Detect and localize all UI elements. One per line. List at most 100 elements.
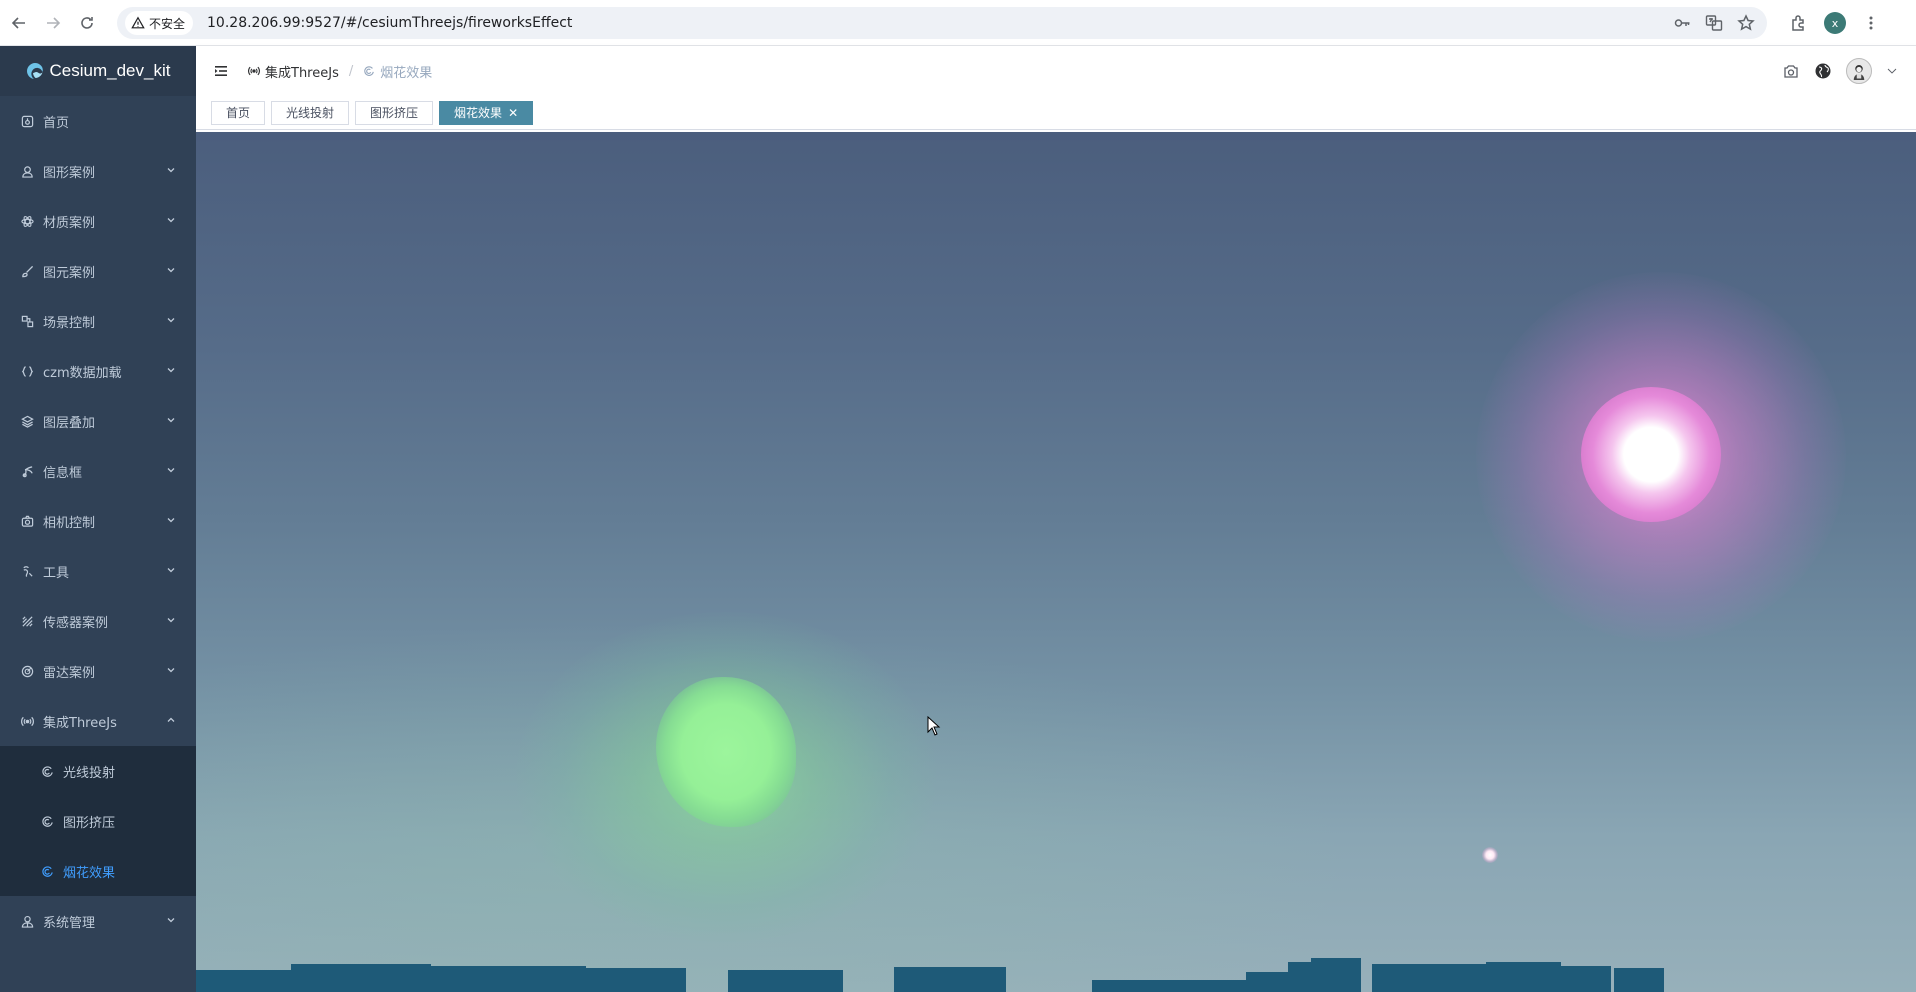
breadcrumb-parent-label: 集成ThreeJs [265,65,339,81]
building [1556,966,1611,992]
chevron-down-icon[interactable] [1886,65,1898,77]
building [1311,958,1361,992]
sidebar-item-primitive[interactable]: 图元案例 [0,246,196,296]
globe-icon[interactable] [1814,62,1832,80]
chevron-down-icon [167,568,175,573]
swirl-icon [40,814,54,828]
breadcrumb: 集成ThreeJs / 烟花效果 [248,62,432,81]
building [728,970,843,992]
url-text[interactable]: 10.28.206.99:9527/#/cesiumThreejs/firewo… [207,15,572,31]
user-avatar[interactable] [1846,58,1872,84]
swirl-icon [40,864,54,878]
sidebar-subitem-fireworks[interactable]: 烟花效果 [0,846,196,896]
chevron-down-icon [167,218,175,223]
dashboard-icon [20,114,34,128]
sensor-icon [20,614,34,628]
chevron-up-icon [167,717,175,722]
sidebar-item-threejs[interactable]: 集成ThreeJs [0,696,196,746]
sidebar-item-infobox[interactable]: 信息框 [0,446,196,496]
sidebar-item-system[interactable]: 系统管理 [0,896,196,946]
screenshot-icon[interactable] [1782,62,1800,80]
firework-pink-burst [1581,387,1721,522]
city-buildings [196,932,1916,992]
sidebar-logo[interactable]: Cesium_dev_kit [0,46,196,96]
sidebar-item-label: 系统管理 [43,915,96,931]
cesium-viewport[interactable] [196,132,1916,992]
tag-raycast[interactable]: 光线投射 [271,100,350,125]
tag-label: 图形挤压 [370,106,419,120]
sidebar-item-layers[interactable]: 图层叠加 [0,396,196,446]
translate-icon[interactable] [1705,14,1723,32]
forward-arrow-icon[interactable] [40,10,66,36]
sidebar-item-camera[interactable]: 相机控制 [0,496,196,546]
tags-view: 首页 光线投射 图形挤压 烟花效果 ✕ [196,96,1916,130]
building [1372,964,1492,992]
chevron-down-icon [167,368,175,373]
sidebar-item-label: 首页 [43,115,70,131]
close-icon[interactable]: ✕ [508,107,518,119]
sidebar-item-label: 图形挤压 [63,815,116,831]
extensions-icon[interactable] [1790,14,1808,32]
more-vert-icon[interactable] [1862,14,1880,32]
sidebar-item-tools[interactable]: 工具 [0,546,196,596]
broadcast-icon [20,714,34,728]
braces-icon [20,364,34,378]
breadcrumb-parent[interactable]: 集成ThreeJs [248,62,339,81]
sidebar-subitem-raycast[interactable]: 光线投射 [0,746,196,796]
sidebar: Cesium_dev_kit 首页 图形案例 材质案例 图元案例 场景控制 cz… [0,46,196,992]
cesium-logo-icon [26,63,43,79]
logo-text: Cesium_dev_kit [49,61,171,80]
tag-fireworks[interactable]: 烟花效果 ✕ [439,100,534,125]
chevron-down-icon [167,518,175,523]
swirl-icon [364,66,375,76]
app-navbar: 集成ThreeJs / 烟花效果 [196,46,1916,96]
broadcast-icon [248,66,260,76]
tag-home[interactable]: 首页 [211,100,266,125]
sidebar-item-label: 烟花效果 [63,865,116,881]
security-badge[interactable]: 不安全 [125,11,194,35]
key-icon[interactable] [1673,14,1691,32]
sidebar-item-label: 场景控制 [43,315,96,331]
sidebar-item-home[interactable]: 首页 [0,96,196,146]
tag-extrude[interactable]: 图形挤压 [355,100,434,125]
sidebar-item-scene-control[interactable]: 场景控制 [0,296,196,346]
warning-icon [131,16,145,29]
reload-icon[interactable] [74,10,100,36]
sidebar-item-sensor[interactable]: 传感器案例 [0,596,196,646]
chevron-down-icon [167,668,175,673]
sidebar-subitem-extrude[interactable]: 图形挤压 [0,796,196,846]
sidebar-item-material[interactable]: 材质案例 [0,196,196,246]
building [196,970,296,992]
brush-icon [20,264,34,278]
user-icon [20,164,34,178]
chevron-down-icon [167,618,175,623]
chevron-down-icon [167,418,175,423]
building [291,964,431,992]
hamburger-menu-icon[interactable] [210,60,232,82]
profile-avatar[interactable]: x [1824,12,1846,34]
tag-label: 首页 [226,106,251,120]
chevron-down-icon [167,168,175,173]
sidebar-item-label: 图形案例 [43,165,96,181]
building [894,967,1006,992]
scene-icon [20,314,34,328]
tag-label: 光线投射 [286,106,335,120]
layers-icon [20,414,34,428]
back-arrow-icon[interactable] [6,10,32,36]
sidebar-item-radar[interactable]: 雷达案例 [0,646,196,696]
bookmark-star-icon[interactable] [1737,14,1755,32]
sidebar-item-graphics[interactable]: 图形案例 [0,146,196,196]
chevron-down-icon [167,918,175,923]
admin-icon [20,914,34,928]
swirl-icon [40,764,54,778]
radar-icon [20,664,34,678]
sidebar-item-label: 工具 [43,565,70,581]
browser-toolbar: 不安全 10.28.206.99:9527/#/cesiumThreejs/fi… [0,0,1916,46]
sidebar-item-label: 集成ThreeJs [43,715,117,731]
sidebar-item-label: czm数据加载 [43,365,122,381]
sidebar-item-label: 相机控制 [43,515,96,531]
sidebar-item-label: 图元案例 [43,265,96,281]
sidebar-item-label: 材质案例 [43,215,96,231]
address-bar[interactable]: 不安全 10.28.206.99:9527/#/cesiumThreejs/fi… [117,7,1767,39]
sidebar-item-czm-data[interactable]: czm数据加载 [0,346,196,396]
